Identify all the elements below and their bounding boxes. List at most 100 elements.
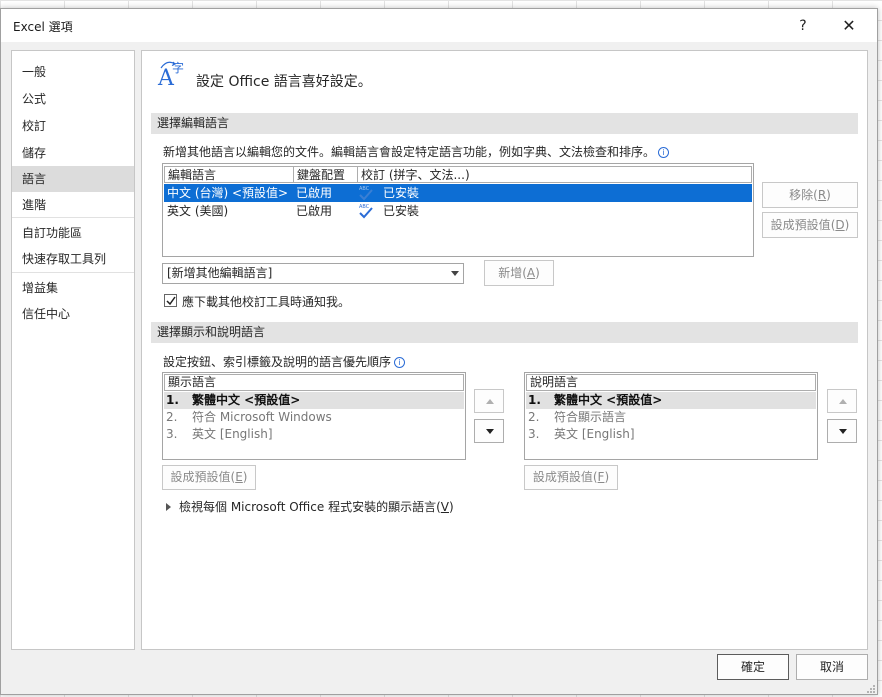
nav-item-quick-access-toolbar[interactable]: 快速存取工具列 (12, 246, 134, 272)
language-icon: A 字 (157, 60, 184, 89)
row-proofing: 已安裝 (383, 186, 420, 200)
add-editing-language-combo[interactable]: [新增其他編輯語言] (162, 263, 464, 284)
table-row[interactable]: 中文 (台灣) <預設值> 已啟用 ABC 已安裝 (164, 184, 752, 202)
column-header-editing-language[interactable]: 編輯語言 (164, 166, 294, 183)
proofing-check-icon: ABC (359, 186, 373, 201)
display-description-text: 設定按鈕、索引標籤及說明的語言優先順序 (163, 355, 392, 369)
display-move-down-button[interactable] (474, 419, 504, 443)
remove-button[interactable]: 移除(R) (762, 182, 858, 208)
title-bar: Excel 選項 ? ✕ (1, 9, 877, 42)
svg-text:ABC: ABC (359, 186, 370, 192)
window-title: Excel 選項 (13, 20, 73, 34)
display-language-header: 顯示語言 (164, 374, 464, 391)
info-icon[interactable]: i (658, 147, 670, 158)
chevron-down-icon[interactable] (451, 271, 459, 276)
arrow-down-icon (839, 429, 847, 434)
list-item[interactable]: 3. 英文 [English] (526, 426, 816, 443)
list-item-text: 繁體中文 <預設值> (554, 393, 663, 407)
column-header-proofing[interactable]: 校訂 (拼字、文法...) (357, 166, 752, 183)
editing-language-table[interactable]: 編輯語言 鍵盤配置 校訂 (拼字、文法...) 中文 (台灣) <預設值> 已啟… (162, 163, 754, 257)
display-set-default-label: 設成預設值 (170, 470, 231, 484)
row-keyboard: 已啟用 (296, 186, 333, 200)
row-language: 中文 (台灣) <預設值> (167, 186, 289, 200)
row-keyboard: 已啟用 (296, 204, 333, 218)
list-item-text: 英文 [English] (192, 427, 273, 441)
remove-button-label: 移除 (789, 188, 814, 202)
nav-item-formulas[interactable]: 公式 (12, 86, 134, 112)
list-item[interactable]: 1. 繁體中文 <預設值> (526, 392, 816, 409)
set-default-editing-hotkey: D (835, 218, 845, 232)
nav-separator (12, 217, 134, 218)
nav-item-trust-center[interactable]: 信任中心 (12, 301, 134, 327)
help-language-list[interactable]: 說明語言 1. 繁體中文 <預設值> 2. 符合顯示語言 3. 英文 [Engl… (524, 372, 818, 460)
nav-item-customize-ribbon[interactable]: 自訂功能區 (12, 220, 134, 246)
list-item[interactable]: 2. 符合 Microsoft Windows (164, 409, 464, 426)
display-set-default-button[interactable]: 設成預設值(E) (162, 465, 256, 490)
row-language: 英文 (美國) (167, 204, 229, 218)
proofing-check-icon: ABC (359, 204, 373, 219)
notify-proofing-label[interactable]: 應下載其他校訂工具時通知我。 (182, 293, 350, 310)
nav-item-proofing[interactable]: 校訂 (12, 113, 134, 139)
list-item-number: 2. (528, 410, 540, 424)
set-default-editing-button[interactable]: 設成預設值(D) (762, 212, 858, 238)
add-language-label: 新增 (498, 266, 523, 280)
remove-button-hotkey: R (817, 188, 827, 202)
nav-item-language[interactable]: 語言 (12, 166, 134, 192)
list-item-number: 2. (166, 410, 178, 424)
options-nav: 一般 公式 校訂 儲存 語言 進階 自訂功能區 快速存取工具列 增益集 信任中心 (11, 50, 135, 650)
help-language-header: 說明語言 (526, 374, 816, 391)
add-language-hotkey: A (526, 266, 536, 280)
add-language-button[interactable]: 新增(A) (484, 260, 554, 286)
help-move-up-button[interactable] (827, 389, 857, 413)
display-description: 設定按鈕、索引標籤及說明的語言優先順序 i (163, 353, 406, 370)
ok-button[interactable]: 確定 (717, 654, 789, 680)
notify-proofing-checkbox[interactable] (164, 294, 177, 307)
info-icon[interactable]: i (394, 357, 406, 368)
display-language-list[interactable]: 顯示語言 1. 繁體中文 <預設值> 2. 符合 Microsoft Windo… (162, 372, 466, 460)
svg-text:ABC: ABC (359, 204, 370, 210)
editing-description: 新增其他語言以編輯您的文件。編輯語言會設定特定語言功能，例如字典、文法檢查和排序… (163, 143, 670, 160)
help-button[interactable]: ? (791, 15, 815, 37)
nav-item-save[interactable]: 儲存 (12, 140, 134, 166)
list-item-text: 繁體中文 <預設值> (192, 393, 301, 407)
arrow-up-icon (486, 399, 494, 404)
view-display-languages-expander[interactable]: 檢視每個 Microsoft Office 程式安裝的顯示語言(V) (166, 498, 454, 515)
help-move-down-button[interactable] (827, 419, 857, 443)
list-item-number: 3. (166, 427, 178, 441)
cancel-button[interactable]: 取消 (796, 654, 868, 680)
arrow-up-icon (839, 399, 847, 404)
set-default-editing-label: 設成預設值 (770, 218, 831, 232)
row-proofing: 已安裝 (383, 204, 420, 218)
resize-grip-icon[interactable] (865, 683, 876, 694)
combo-value: [新增其他編輯語言] (167, 266, 273, 280)
nav-item-add-ins[interactable]: 增益集 (12, 275, 134, 301)
display-move-up-button[interactable] (474, 389, 504, 413)
list-item-number: 3. (528, 427, 540, 441)
expander-label: 檢視每個 Microsoft Office 程式安裝的顯示語言 (179, 500, 437, 514)
arrow-down-icon (486, 429, 494, 434)
nav-item-general[interactable]: 一般 (12, 59, 134, 85)
excel-options-dialog: Excel 選項 ? ✕ 一般 公式 校訂 儲存 語言 進階 自訂功能區 快速存… (0, 8, 878, 695)
column-header-keyboard-layout[interactable]: 鍵盤配置 (293, 166, 358, 183)
list-item-text: 符合顯示語言 (554, 410, 627, 424)
editing-description-text: 新增其他語言以編輯您的文件。編輯語言會設定特定語言功能，例如字典、文法檢查和排序… (163, 145, 656, 159)
list-item[interactable]: 1. 繁體中文 <預設值> (164, 392, 464, 409)
nav-item-advanced[interactable]: 進階 (12, 192, 134, 218)
table-row[interactable]: 英文 (美國) 已啟用 ABC 已安裝 (164, 202, 752, 220)
list-item-number: 1. (166, 393, 179, 407)
section-editing-languages: 選擇編輯語言 (151, 113, 858, 134)
section-display-help-languages: 選擇顯示和說明語言 (151, 322, 858, 343)
help-set-default-hotkey: F (597, 470, 605, 484)
close-button[interactable]: ✕ (837, 15, 861, 37)
page-title: 設定 Office 語言喜好設定。 (196, 74, 372, 90)
nav-separator (12, 272, 134, 273)
list-item-text: 英文 [English] (554, 427, 635, 441)
checkmark-icon (166, 296, 176, 306)
help-set-default-label: 設成預設值 (532, 470, 593, 484)
chevron-right-icon (166, 503, 171, 511)
language-panel: A 字 設定 Office 語言喜好設定。 選擇編輯語言 新增其他語言以編輯您的… (141, 50, 868, 650)
list-item[interactable]: 2. 符合顯示語言 (526, 409, 816, 426)
list-item[interactable]: 3. 英文 [English] (164, 426, 464, 443)
expander-hotkey: V (440, 500, 449, 514)
help-set-default-button[interactable]: 設成預設值(F) (524, 465, 618, 490)
